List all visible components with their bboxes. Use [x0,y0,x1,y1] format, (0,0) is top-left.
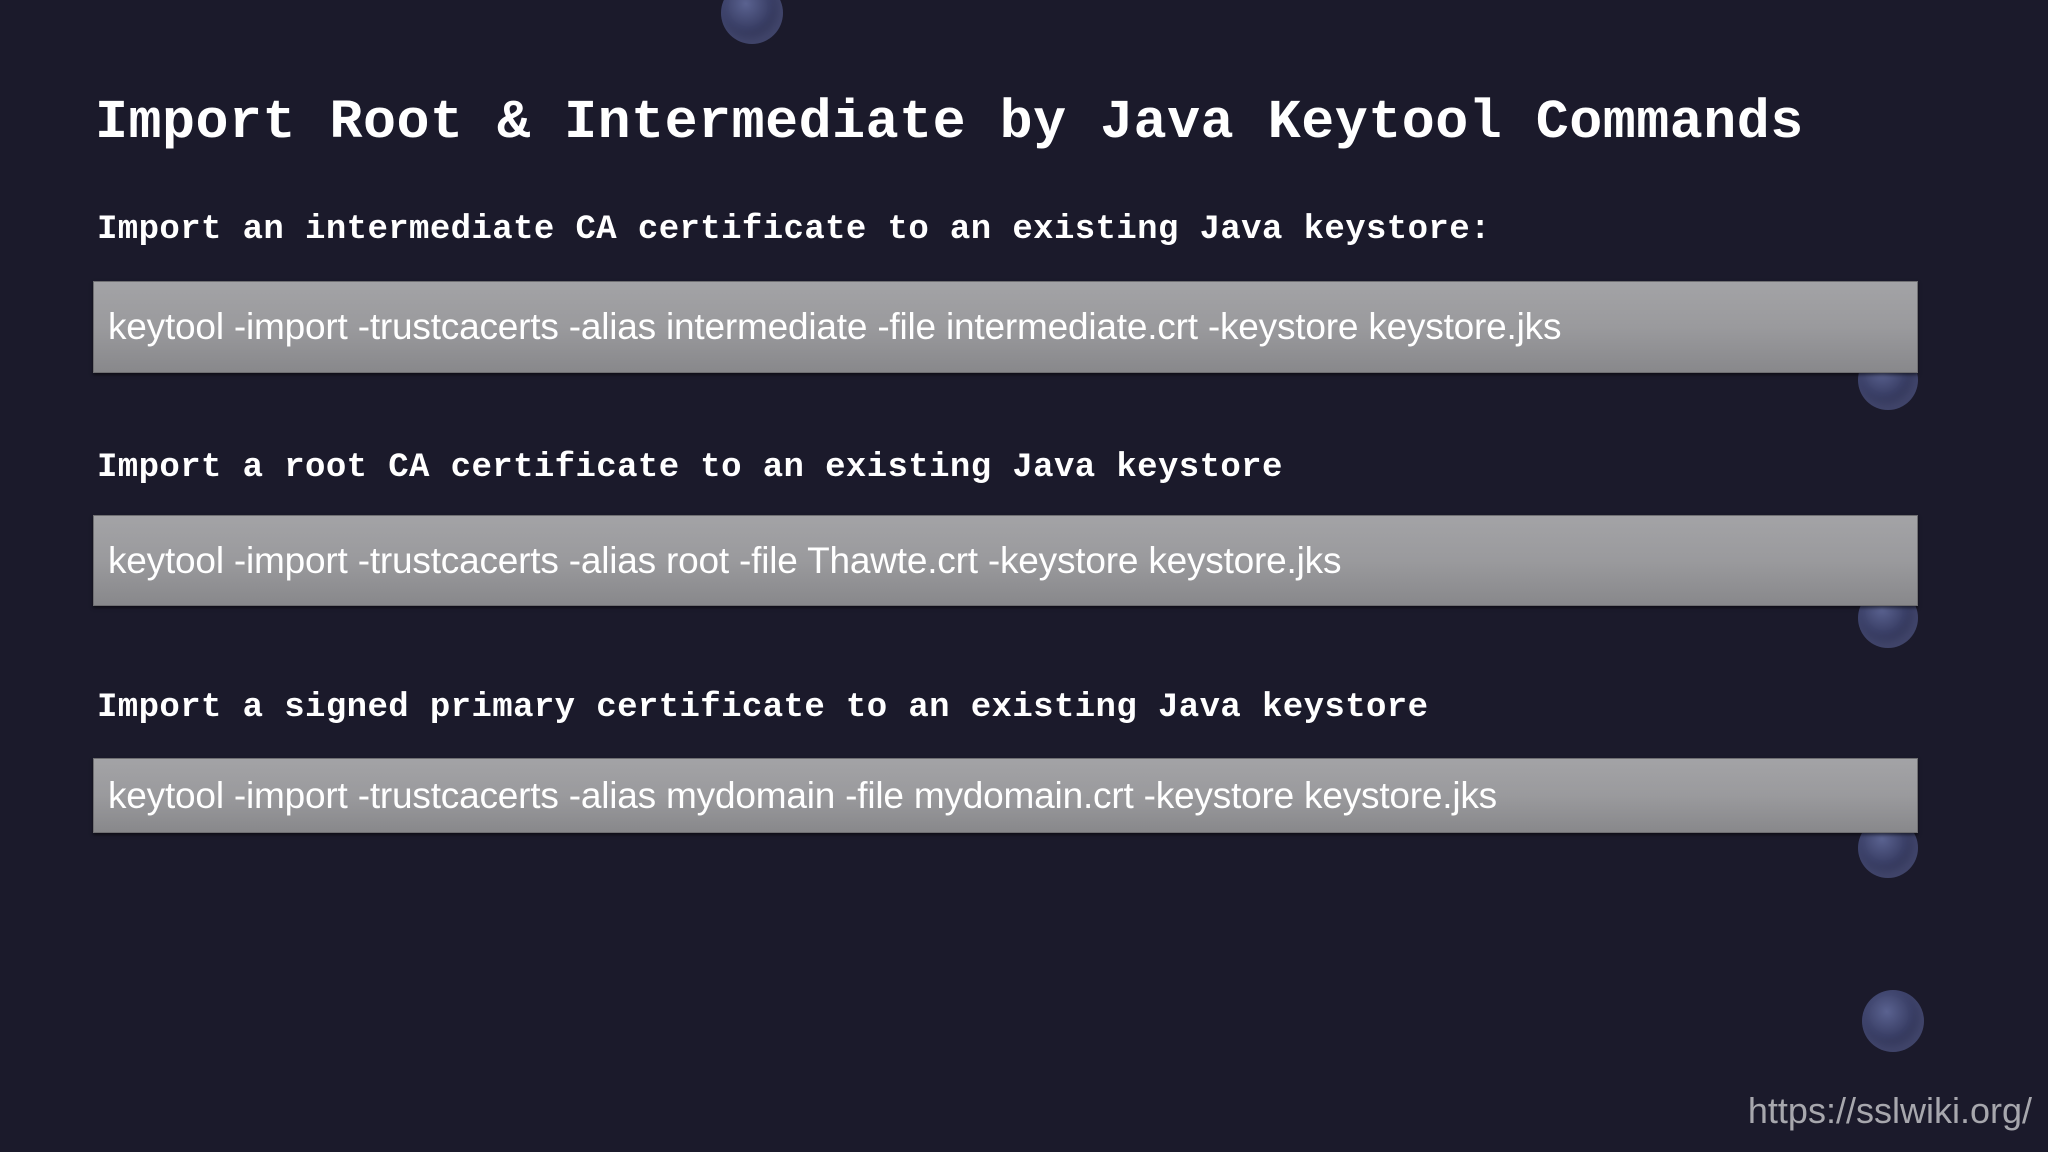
section-label-primary: Import a signed primary certificate to a… [97,689,1429,727]
section-label-root: Import a root CA certificate to an exist… [97,449,1283,487]
command-text-root: keytool -import -trustcacerts -alias roo… [108,539,1342,581]
command-text-primary: keytool -import -trustcacerts -alias myd… [108,774,1497,816]
command-box-intermediate: keytool -import -trustcacerts -alias int… [93,281,1918,373]
bubble-decoration-right-4 [1862,990,1924,1052]
slide: Import Root & Intermediate by Java Keyto… [0,0,2048,1152]
command-box-root: keytool -import -trustcacerts -alias roo… [93,515,1918,606]
command-box-primary: keytool -import -trustcacerts -alias myd… [93,758,1918,833]
slide-title: Import Root & Intermediate by Java Keyto… [95,91,1804,154]
section-label-intermediate: Import an intermediate CA certificate to… [97,211,1491,249]
footer-url: https://sslwiki.org/ [1747,1090,2032,1131]
bubble-decoration-top [721,0,783,44]
command-text-intermediate: keytool -import -trustcacerts -alias int… [108,306,1562,347]
